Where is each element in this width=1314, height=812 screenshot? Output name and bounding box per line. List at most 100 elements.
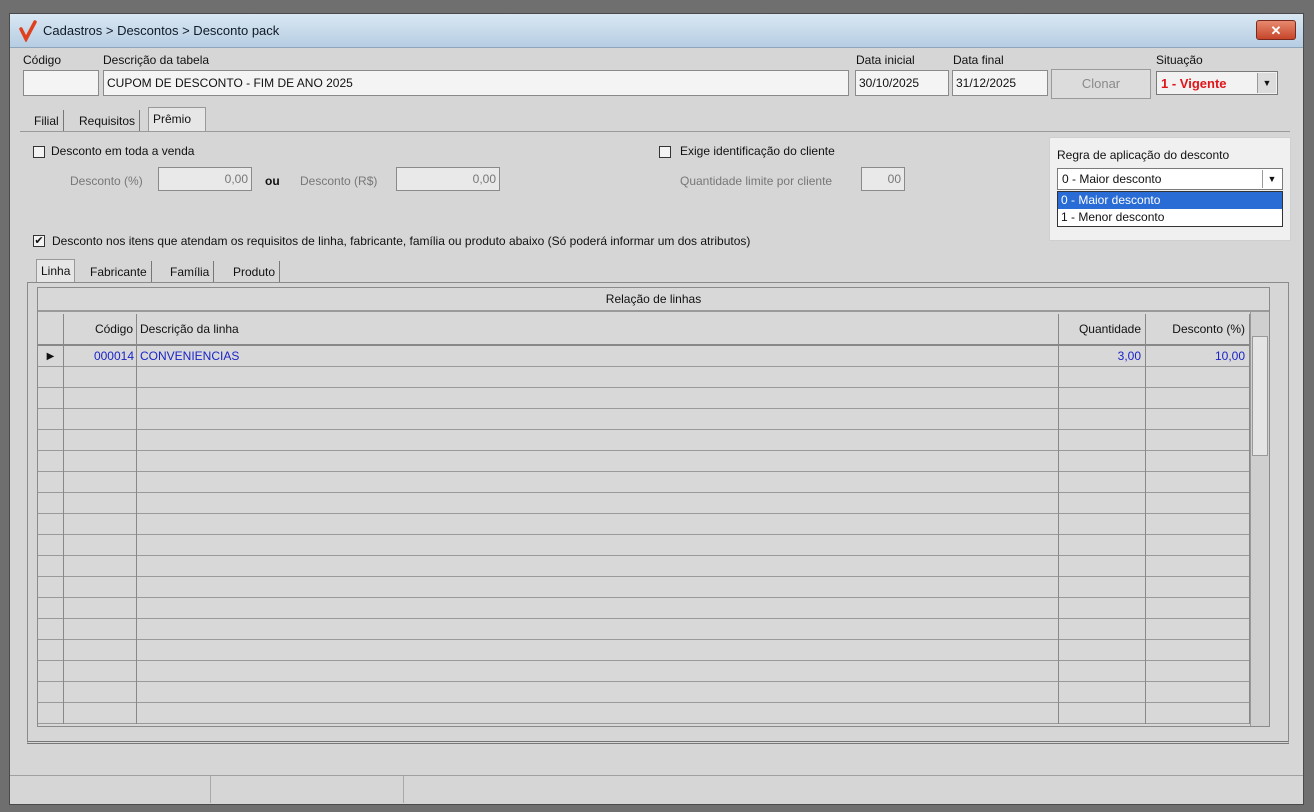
table-row[interactable] [38,640,1250,661]
col-codigo-header[interactable]: Código [64,314,137,344]
table-cell[interactable] [64,472,137,493]
scrollbar-thumb[interactable] [1252,336,1268,456]
table-cell[interactable] [1059,451,1146,472]
table-cell[interactable] [1146,682,1250,703]
table-cell[interactable] [137,367,1059,388]
table-cell[interactable] [64,451,137,472]
qtd-limite-field[interactable]: 00 [861,167,905,191]
table-cell[interactable] [137,430,1059,451]
table-cell[interactable] [64,703,137,724]
table-cell[interactable] [1059,682,1146,703]
table-cell[interactable] [137,493,1059,514]
table-cell[interactable] [64,514,137,535]
table-cell[interactable] [1146,661,1250,682]
table-row[interactable] [38,430,1250,451]
close-button[interactable]: ✕ [1256,20,1296,40]
table-cell[interactable] [38,703,64,724]
table-cell[interactable] [1059,661,1146,682]
table-cell[interactable] [1146,703,1250,724]
table-cell[interactable] [1146,493,1250,514]
table-cell[interactable] [38,640,64,661]
table-cell[interactable] [38,430,64,451]
vertical-scrollbar[interactable] [1250,312,1269,726]
tab-premio[interactable]: Prêmio [148,107,206,132]
table-cell[interactable] [38,535,64,556]
table-cell[interactable] [38,514,64,535]
table-cell[interactable] [64,388,137,409]
table-cell[interactable] [38,493,64,514]
table-cell[interactable] [1059,619,1146,640]
table-cell[interactable] [38,577,64,598]
descricao-field[interactable]: CUPOM DE DESCONTO - FIM DE ANO 2025 [103,70,849,96]
desconto-pct-field[interactable]: 0,00 [158,167,252,191]
row-desconto[interactable]: 10,00 [1146,346,1250,367]
table-cell[interactable] [137,514,1059,535]
table-cell[interactable] [1059,535,1146,556]
tab-requisitos[interactable]: Requisitos [75,110,141,132]
row-descricao[interactable]: CONVENIENCIAS [137,346,1059,367]
table-cell[interactable] [38,367,64,388]
table-cell[interactable] [64,430,137,451]
table-row[interactable] [38,598,1250,619]
data-inicial-field[interactable]: 30/10/2025 [855,70,949,96]
table-cell[interactable] [64,409,137,430]
table-cell[interactable] [1146,556,1250,577]
table-cell[interactable] [1146,535,1250,556]
table-cell[interactable] [64,640,137,661]
table-cell[interactable] [64,367,137,388]
table-cell[interactable] [1059,388,1146,409]
table-cell[interactable] [137,451,1059,472]
table-cell[interactable] [38,661,64,682]
table-cell[interactable] [1059,409,1146,430]
col-descricao-header[interactable]: Descrição da linha [137,314,1059,344]
table-cell[interactable] [38,598,64,619]
table-cell[interactable] [38,409,64,430]
col-desconto-header[interactable]: Desconto (%) [1146,314,1250,344]
table-cell[interactable] [38,556,64,577]
table-cell[interactable] [38,619,64,640]
col-quantidade-header[interactable]: Quantidade [1059,314,1146,344]
table-row[interactable] [38,472,1250,493]
table-cell[interactable] [1059,556,1146,577]
table-cell[interactable] [1146,619,1250,640]
table-cell[interactable] [1146,430,1250,451]
table-row[interactable] [38,682,1250,703]
table-cell[interactable] [1059,514,1146,535]
table-cell[interactable] [64,556,137,577]
table-cell[interactable] [137,472,1059,493]
table-row[interactable] [38,514,1250,535]
table-cell[interactable] [38,388,64,409]
regra-select[interactable]: 0 - Maior desconto ▼ [1057,168,1283,190]
tab-filial[interactable]: Filial [30,110,64,132]
table-cell[interactable] [1146,388,1250,409]
chevron-down-icon[interactable]: ▼ [1257,73,1276,93]
table-row[interactable] [38,409,1250,430]
table-cell[interactable] [38,682,64,703]
subtab-familia[interactable]: Família [166,261,215,283]
regra-option-menor[interactable]: 1 - Menor desconto [1058,209,1282,226]
table-row[interactable] [38,703,1250,724]
table-cell[interactable] [64,598,137,619]
table-row[interactable]: ▶ 000014 CONVENIENCIAS 3,00 10,00 [38,346,1250,367]
table-row[interactable] [38,556,1250,577]
desconto-toda-venda-checkbox[interactable] [33,146,45,158]
table-row[interactable] [38,661,1250,682]
table-row[interactable] [38,451,1250,472]
table-cell[interactable] [1146,472,1250,493]
subtab-linha[interactable]: Linha [36,259,76,283]
table-cell[interactable] [1059,598,1146,619]
data-final-field[interactable]: 31/12/2025 [952,70,1048,96]
table-cell[interactable] [137,682,1059,703]
table-cell[interactable] [1059,703,1146,724]
table-cell[interactable] [1146,451,1250,472]
table-cell[interactable] [1059,472,1146,493]
table-cell[interactable] [1059,430,1146,451]
table-row[interactable] [38,577,1250,598]
situacao-select[interactable]: 1 - Vigente ▼ [1156,71,1278,95]
table-row[interactable] [38,619,1250,640]
desconto-itens-checkbox[interactable]: ✔ [33,235,45,247]
subtab-produto[interactable]: Produto [229,261,281,283]
table-cell[interactable] [64,661,137,682]
table-cell[interactable] [137,535,1059,556]
codigo-field[interactable] [23,70,99,96]
